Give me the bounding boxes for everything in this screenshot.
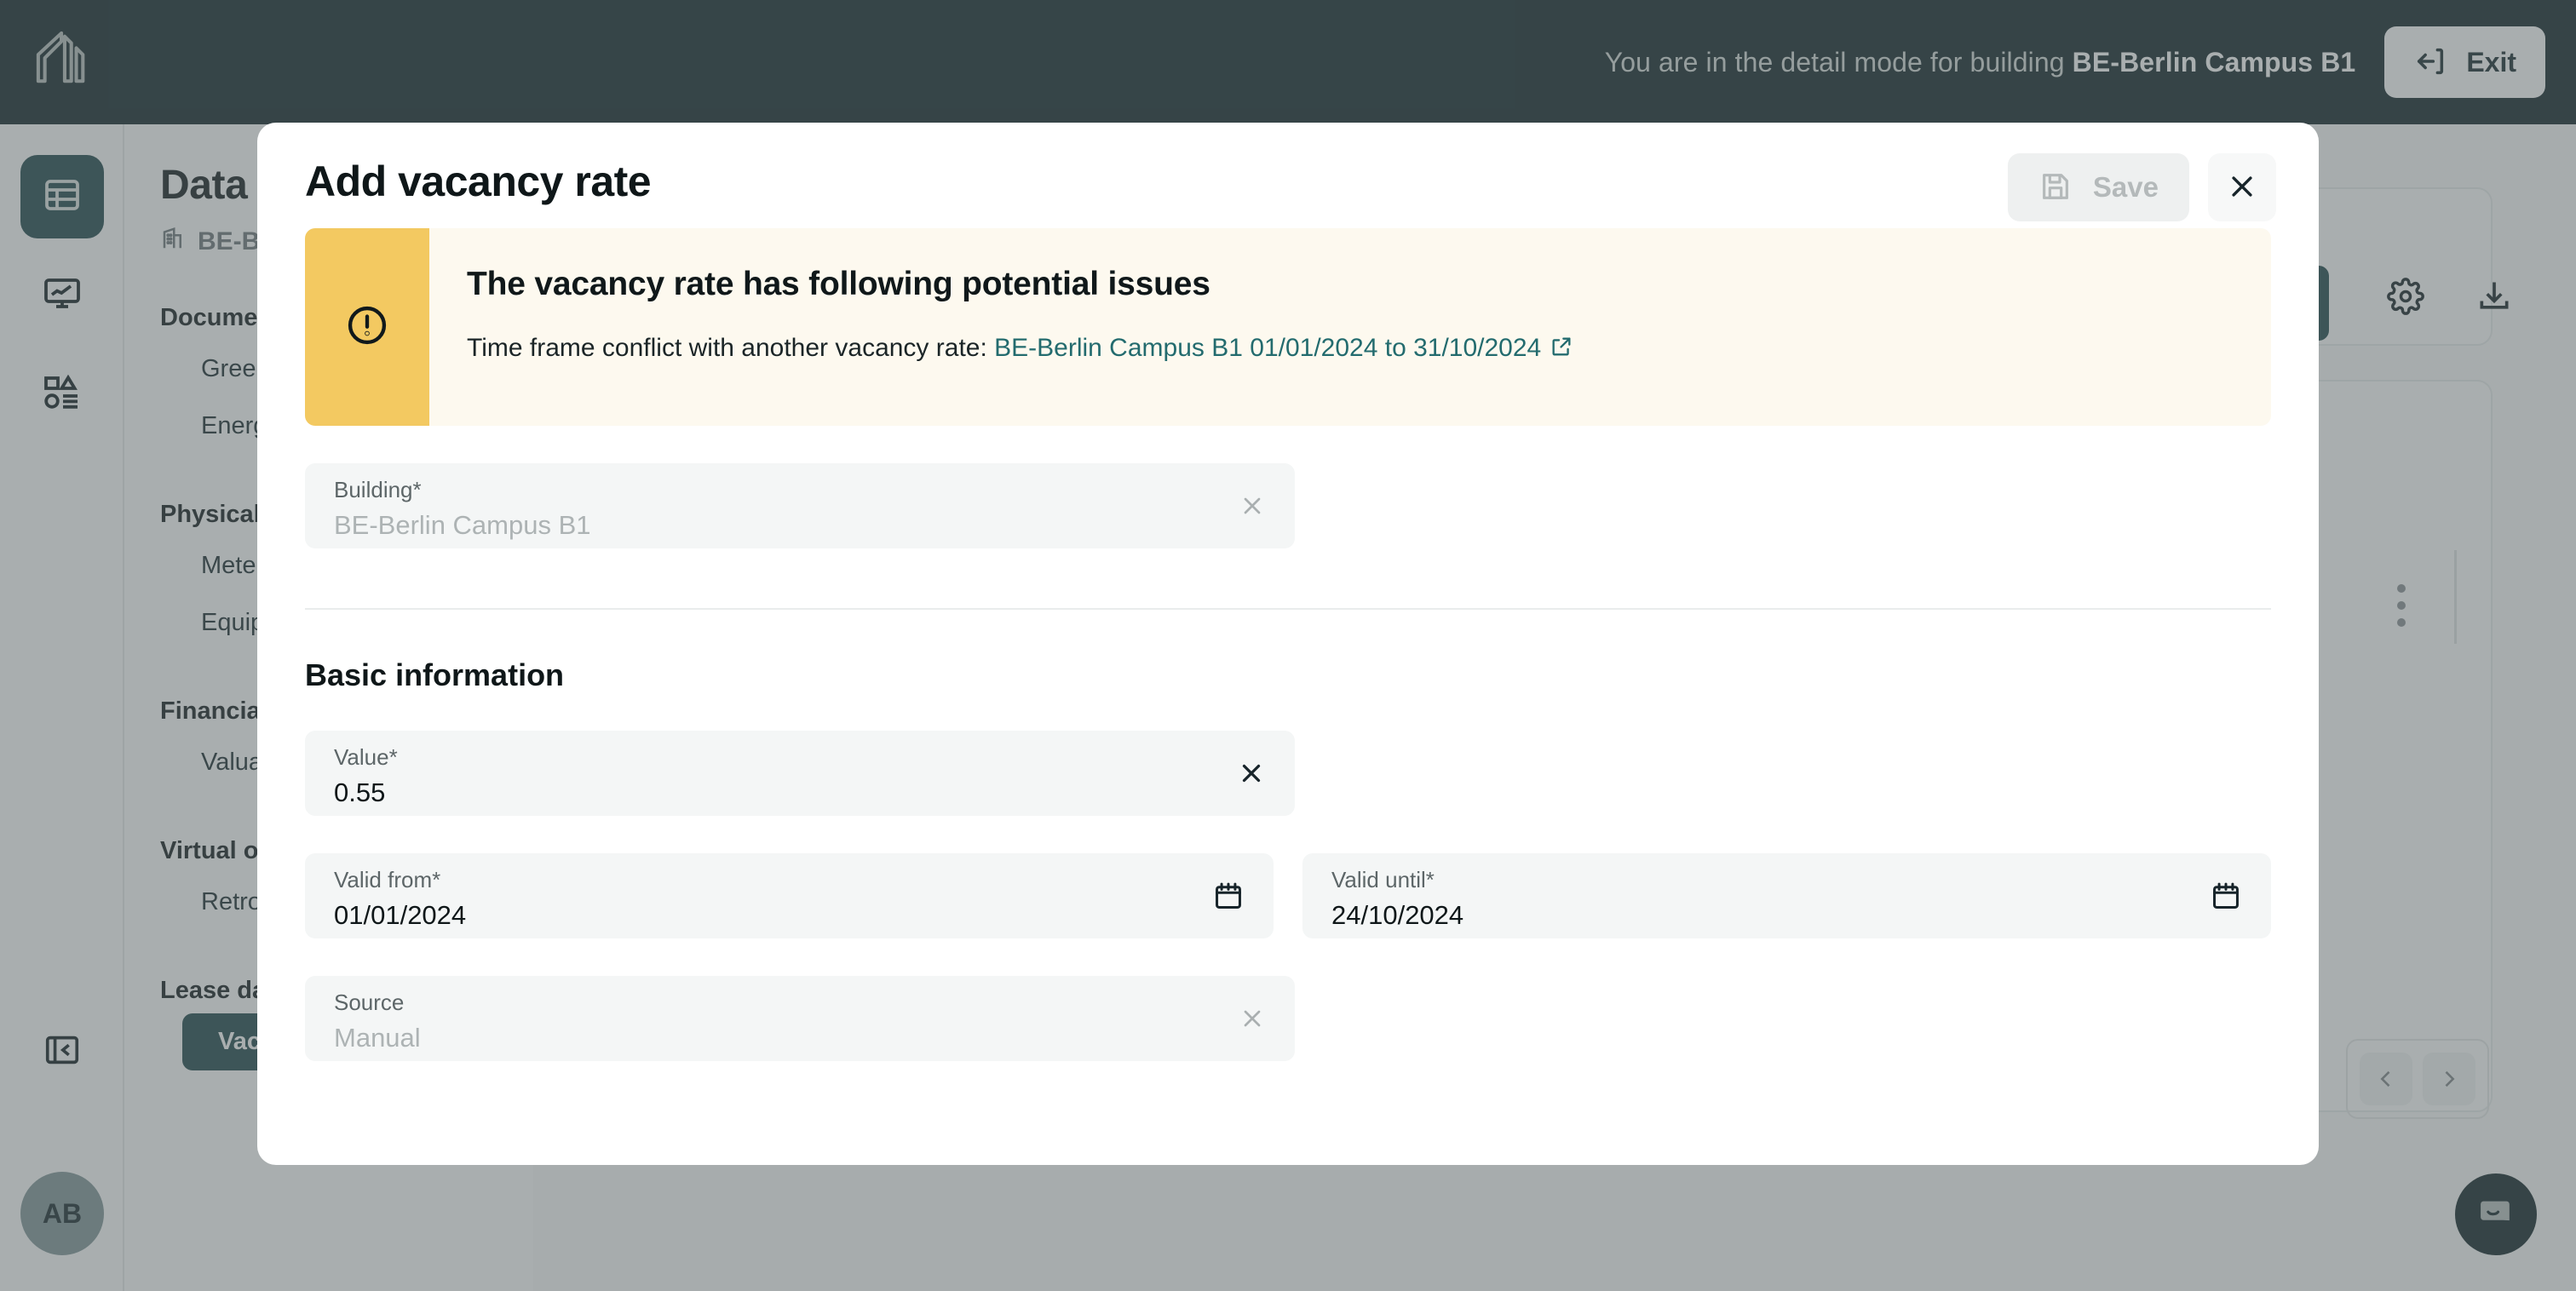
section-divider: [305, 608, 2271, 610]
banner-text: Time frame conflict with another vacancy…: [467, 334, 1573, 365]
source-field-label: Source: [334, 990, 405, 1015]
banner-title: The vacancy rate has following potential…: [467, 266, 1210, 302]
building-field-row: Building* BE-Berlin Campus B1: [305, 463, 1295, 548]
valid-until-field[interactable]: Valid until* 24/10/2024: [1302, 853, 2271, 938]
source-field-row: Source Manual: [305, 976, 1295, 1061]
calendar-icon[interactable]: [2210, 880, 2242, 912]
dialog-title: Add vacancy rate: [305, 158, 652, 205]
save-button[interactable]: Save: [2007, 153, 2189, 221]
add-vacancy-rate-dialog: Add vacancy rate Save The vacancy rate h…: [257, 123, 2319, 1165]
value-field-label: Value*: [334, 744, 398, 770]
dialog-header-actions: Save: [2007, 153, 2276, 221]
app-root: Data BE-Berlin Campus B1 Documents Green…: [0, 0, 2576, 1291]
source-field-value: Manual: [334, 1023, 421, 1053]
banner-icon-column: [305, 228, 429, 426]
valid-until-value: 24/10/2024: [1331, 900, 1464, 930]
conflicting-vacancy-rate-link[interactable]: BE-Berlin Campus B1 01/01/2024 to 31/10/…: [994, 334, 1541, 362]
building-field[interactable]: Building* BE-Berlin Campus B1: [305, 463, 1295, 548]
value-field[interactable]: Value* 0.55: [305, 731, 1295, 816]
clear-x-icon[interactable]: [1239, 1005, 1266, 1032]
valid-from-value: 01/01/2024: [334, 900, 467, 930]
close-dialog-button[interactable]: [2208, 153, 2276, 221]
floppy-disk-icon: [2038, 169, 2073, 206]
valid-until-label: Valid until*: [1331, 867, 1435, 892]
source-field[interactable]: Source Manual: [305, 976, 1295, 1061]
dialog-header: Add vacancy rate Save: [257, 123, 2319, 221]
section-title-basic-information: Basic information: [305, 657, 565, 692]
banner-text-prefix: Time frame conflict with another vacancy…: [467, 334, 987, 362]
alert-circle-icon: [345, 303, 389, 352]
clear-x-icon[interactable]: [1239, 492, 1266, 519]
calendar-icon[interactable]: [1212, 880, 1245, 912]
building-field-value: BE-Berlin Campus B1: [334, 510, 591, 540]
valid-from-label: Valid from*: [334, 867, 441, 892]
close-icon: [2228, 172, 2257, 204]
save-label: Save: [2092, 171, 2159, 203]
external-link-icon[interactable]: [1550, 335, 1573, 365]
date-fields-row: Valid from* 01/01/2024 Valid until* 24/1…: [305, 853, 2271, 938]
banner-body: The vacancy rate has following potential…: [429, 228, 1607, 426]
dialog-body: Building* BE-Berlin Campus B1 Basic info…: [257, 463, 2319, 1061]
building-field-label: Building*: [334, 477, 422, 502]
clear-x-icon[interactable]: [1237, 759, 1266, 788]
valid-from-field[interactable]: Valid from* 01/01/2024: [305, 853, 1274, 938]
validation-banner: The vacancy rate has following potential…: [305, 228, 2271, 426]
value-field-row: Value* 0.55: [305, 731, 1295, 816]
value-field-value: 0.55: [334, 777, 386, 807]
